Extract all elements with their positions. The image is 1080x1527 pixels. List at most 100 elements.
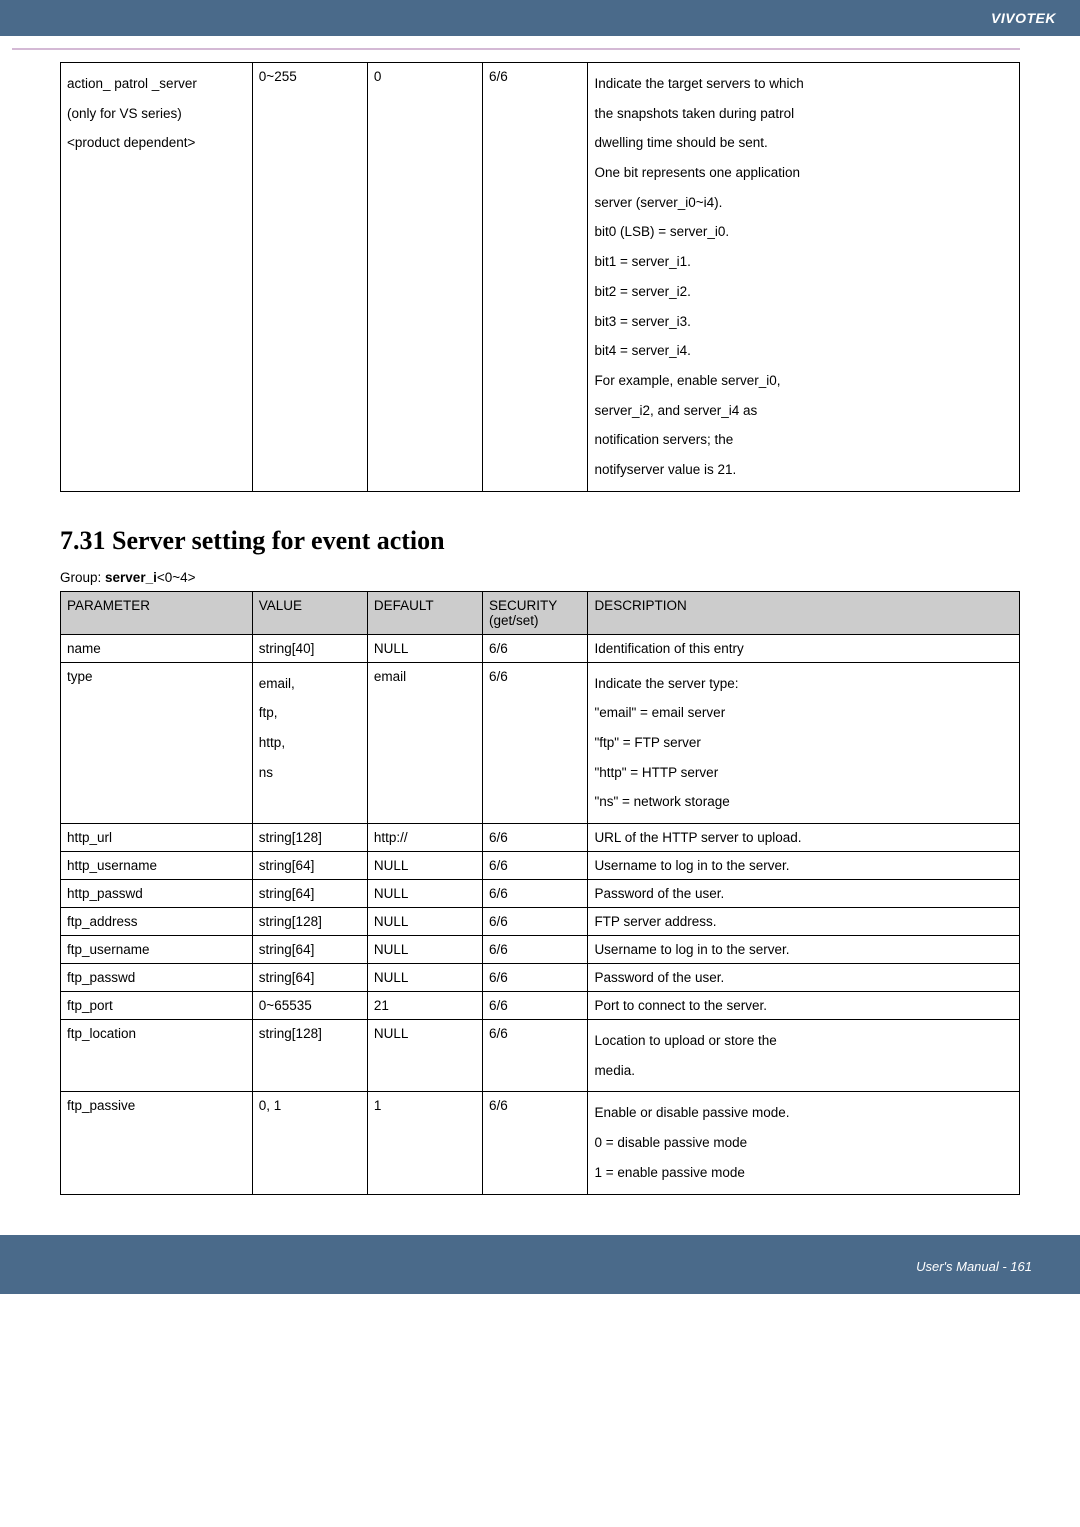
desc-line: bit4 = server_i4.: [594, 336, 1013, 366]
description-cell: Username to log in to the server.: [588, 852, 1020, 880]
desc-line: For example, enable server_i0,: [594, 366, 1013, 396]
description-cell: Enable or disable passive mode. 0 = disa…: [588, 1092, 1020, 1194]
security-cell: 6/6: [482, 852, 587, 880]
desc-line: notification servers; the: [594, 425, 1013, 455]
header-description: DESCRIPTION: [588, 591, 1020, 634]
desc-line: Indicate the server type:: [594, 669, 1013, 699]
desc-line: Indicate the target servers to which: [594, 69, 1013, 99]
description-cell: Port to connect to the server.: [588, 992, 1020, 1020]
default-cell: NULL: [367, 634, 482, 662]
table-row: http_url string[128] http:// 6/6 URL of …: [61, 824, 1020, 852]
param-line: action_ patrol _server: [67, 69, 246, 99]
param-cell: ftp_port: [61, 992, 253, 1020]
desc-line: 0 = disable passive mode: [594, 1128, 1013, 1158]
description-cell: Password of the user.: [588, 880, 1020, 908]
param-cell: http_passwd: [61, 880, 253, 908]
desc-line: server_i2, and server_i4 as: [594, 396, 1013, 426]
header-security-main: SECURITY: [489, 598, 581, 613]
table-row: ftp_port 0~65535 21 6/6 Port to connect …: [61, 992, 1020, 1020]
table-row: name string[40] NULL 6/6 Identification …: [61, 634, 1020, 662]
security-cell: 6/6: [482, 936, 587, 964]
desc-line: "http" = HTTP server: [594, 758, 1013, 788]
description-cell: Username to log in to the server.: [588, 936, 1020, 964]
desc-line: the snapshots taken during patrol: [594, 99, 1013, 129]
security-cell: 6/6: [482, 824, 587, 852]
section-title: 7.31 Server setting for event action: [60, 526, 1020, 556]
value-cell: string[64]: [252, 964, 367, 992]
desc-line: media.: [594, 1056, 1013, 1086]
description-cell: Location to upload or store the media.: [588, 1020, 1020, 1092]
desc-line: notifyserver value is 21.: [594, 455, 1013, 485]
desc-line: "ftp" = FTP server: [594, 728, 1013, 758]
table-row: ftp_username string[64] NULL 6/6 Usernam…: [61, 936, 1020, 964]
description-cell: Indicate the server type: "email" = emai…: [588, 662, 1020, 823]
value-cell: string[64]: [252, 852, 367, 880]
header-value: VALUE: [252, 591, 367, 634]
brand-label: VIVOTEK: [991, 10, 1056, 26]
description-cell: URL of the HTTP server to upload.: [588, 824, 1020, 852]
value-cell: string[128]: [252, 824, 367, 852]
desc-line: bit2 = server_i2.: [594, 277, 1013, 307]
desc-line: bit0 (LSB) = server_i0.: [594, 217, 1013, 247]
value-cell: string[64]: [252, 880, 367, 908]
value-line: email,: [259, 669, 361, 699]
page-footer: User's Manual - 161: [0, 1235, 1080, 1294]
param-line: <product dependent>: [67, 128, 246, 158]
param-cell: ftp_username: [61, 936, 253, 964]
desc-line: One bit represents one application: [594, 158, 1013, 188]
default-cell: NULL: [367, 880, 482, 908]
table-row: type email, ftp, http, ns email 6/6 Indi…: [61, 662, 1020, 823]
desc-line: Location to upload or store the: [594, 1026, 1013, 1056]
desc-line: dwelling time should be sent.: [594, 128, 1013, 158]
header-security-sub: (get/set): [489, 613, 581, 628]
table-row: http_username string[64] NULL 6/6 Userna…: [61, 852, 1020, 880]
description-cell: Password of the user.: [588, 964, 1020, 992]
param-cell: type: [61, 662, 253, 823]
table-header-row: PARAMETER VALUE DEFAULT SECURITY (get/se…: [61, 591, 1020, 634]
desc-line: bit1 = server_i1.: [594, 247, 1013, 277]
value-cell: 0, 1: [252, 1092, 367, 1194]
param-cell: ftp_passwd: [61, 964, 253, 992]
default-cell: NULL: [367, 908, 482, 936]
value-cell: string[128]: [252, 1020, 367, 1092]
security-cell: 6/6: [482, 880, 587, 908]
desc-line: 1 = enable passive mode: [594, 1158, 1013, 1188]
value-line: http,: [259, 728, 361, 758]
security-cell: 6/6: [482, 964, 587, 992]
param-cell: name: [61, 634, 253, 662]
param-line: (only for VS series): [67, 99, 246, 129]
group-label: Group: server_i<0~4>: [60, 570, 1020, 585]
param-cell: action_ patrol _server (only for VS seri…: [61, 63, 253, 492]
default-cell: NULL: [367, 852, 482, 880]
param-cell: http_url: [61, 824, 253, 852]
header-separator: [12, 48, 1020, 50]
security-cell: 6/6: [482, 662, 587, 823]
param-cell: http_username: [61, 852, 253, 880]
security-cell: 6/6: [482, 992, 587, 1020]
default-cell: NULL: [367, 964, 482, 992]
value-cell: string[40]: [252, 634, 367, 662]
group-suffix: <0~4>: [157, 570, 196, 585]
security-cell: 6/6: [482, 1092, 587, 1194]
value-cell: string[64]: [252, 936, 367, 964]
table-row: ftp_passwd string[64] NULL 6/6 Password …: [61, 964, 1020, 992]
value-cell: email, ftp, http, ns: [252, 662, 367, 823]
param-cell: ftp_passive: [61, 1092, 253, 1194]
default-cell: NULL: [367, 1020, 482, 1092]
description-cell: Identification of this entry: [588, 634, 1020, 662]
value-cell: 0~65535: [252, 992, 367, 1020]
table-row: action_ patrol _server (only for VS seri…: [61, 63, 1020, 492]
param-cell: ftp_address: [61, 908, 253, 936]
default-cell: 0: [367, 63, 482, 492]
group-prefix: Group:: [60, 570, 105, 585]
header-parameter: PARAMETER: [61, 591, 253, 634]
security-cell: 6/6: [482, 634, 587, 662]
table-row: ftp_location string[128] NULL 6/6 Locati…: [61, 1020, 1020, 1092]
security-cell: 6/6: [482, 908, 587, 936]
security-cell: 6/6: [482, 1020, 587, 1092]
header-default: DEFAULT: [367, 591, 482, 634]
security-cell: 6/6: [482, 63, 587, 492]
table-row: ftp_address string[128] NULL 6/6 FTP ser…: [61, 908, 1020, 936]
value-line: ftp,: [259, 698, 361, 728]
desc-line: server (server_i0~i4).: [594, 188, 1013, 218]
